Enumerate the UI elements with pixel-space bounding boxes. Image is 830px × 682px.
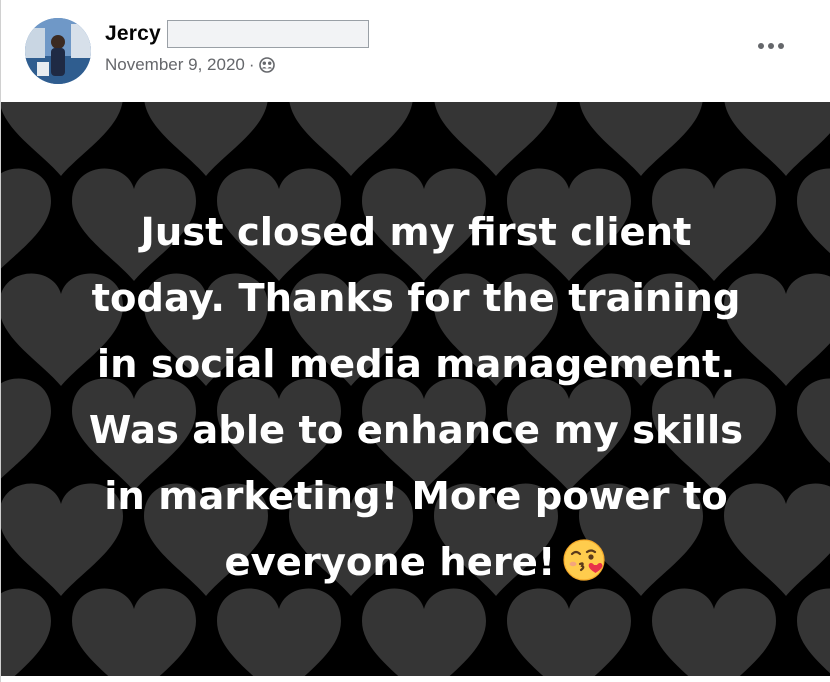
post-text-line: in social media management. xyxy=(96,342,736,387)
post-header: Jercy November 9, 2020 · xyxy=(1,0,830,102)
post-timestamp[interactable]: November 9, 2020 xyxy=(105,55,245,75)
meta-separator: · xyxy=(248,55,255,74)
post-text-line: everyone here! xyxy=(224,540,556,585)
post-text-line: Was able to enhance my skills xyxy=(88,408,744,453)
face-blowing-a-kiss-icon xyxy=(561,537,607,583)
author-name[interactable]: Jercy xyxy=(105,22,161,46)
post-content: Just closed my first client today. Thank… xyxy=(1,102,830,676)
post-text: Just closed my first client today. Thank… xyxy=(21,200,811,596)
friends-icon[interactable] xyxy=(258,57,275,73)
post-card: Jercy November 9, 2020 · Just closed my … xyxy=(0,0,830,682)
author-avatar[interactable] xyxy=(25,18,91,84)
post-text-line: Just closed my first client xyxy=(140,210,692,255)
post-text-line: today. Thanks for the training xyxy=(91,276,741,321)
author-row: Jercy xyxy=(105,20,369,48)
post-meta: November 9, 2020 · xyxy=(105,55,275,75)
post-bottom-edge xyxy=(1,676,830,682)
redacted-name-box xyxy=(166,20,369,48)
more-options-button[interactable] xyxy=(751,30,791,62)
more-options-icon xyxy=(756,37,786,55)
post-text-line-last: everyone here! xyxy=(21,530,811,596)
post-text-line: in marketing! More power to xyxy=(104,474,728,519)
